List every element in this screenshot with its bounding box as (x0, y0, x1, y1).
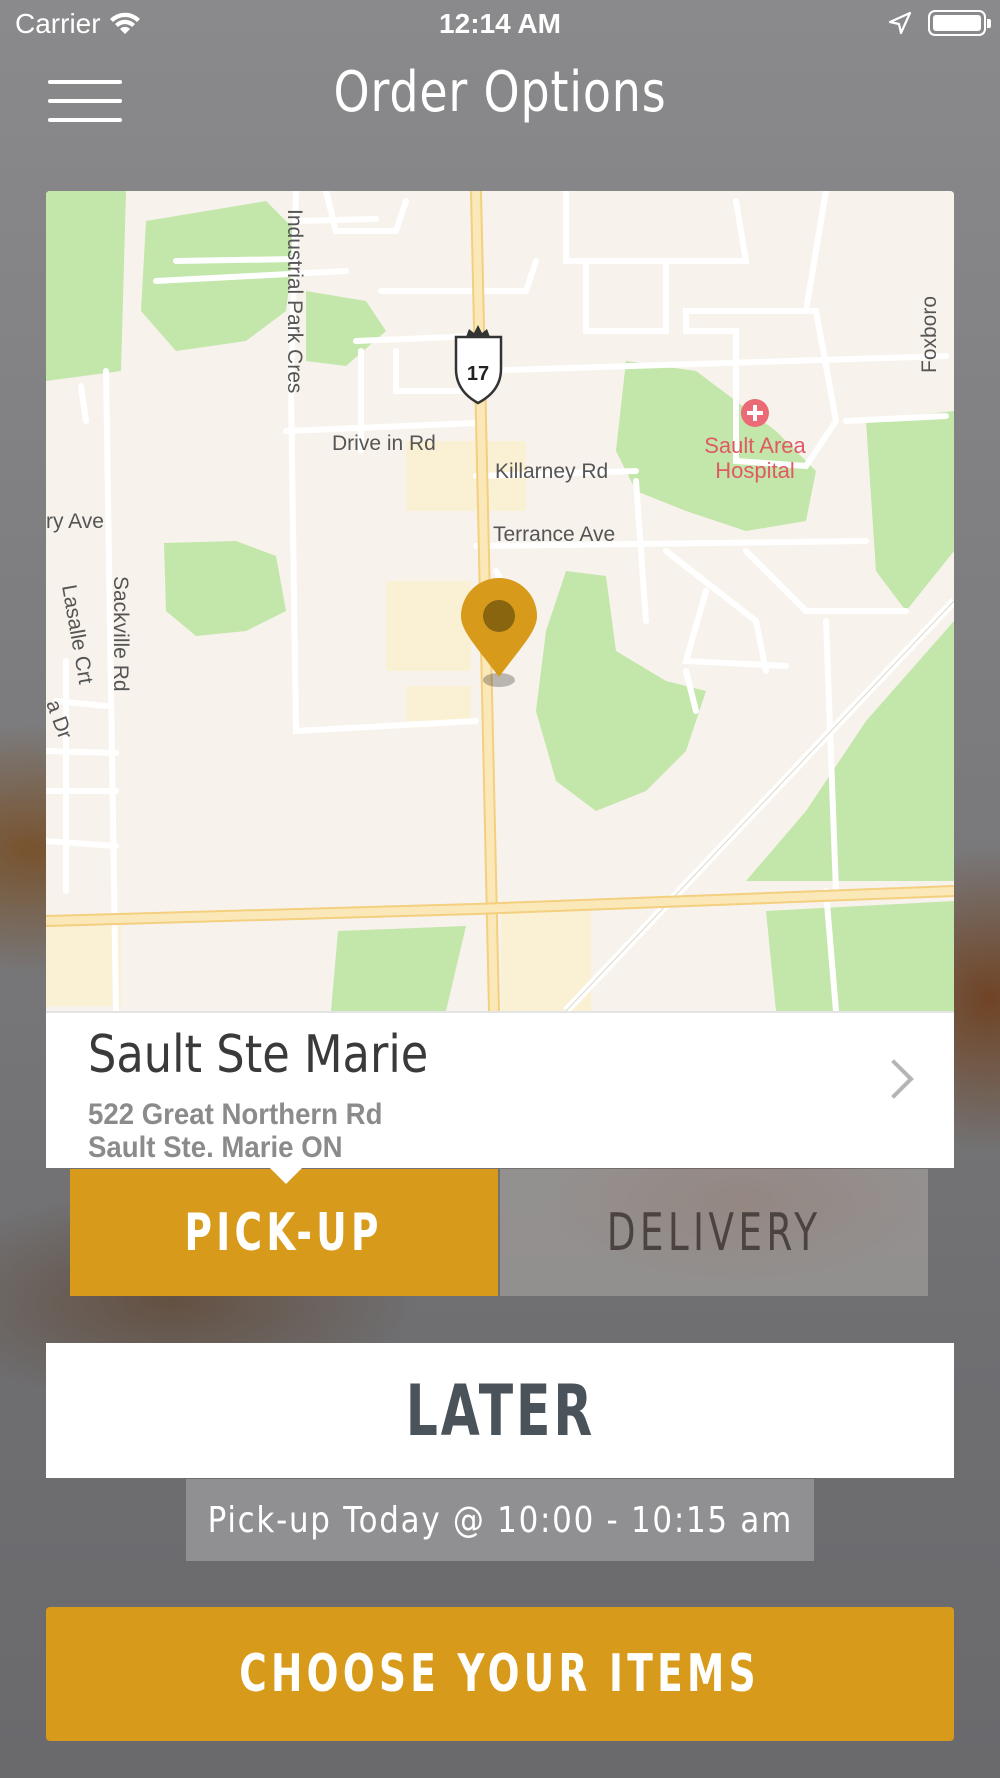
nav-bar: Order Options (0, 50, 1000, 160)
delivery-label: DELIVERY (606, 1202, 822, 1263)
hospital-label-line1: Sault Area (704, 433, 806, 458)
street-label-sackville: Sackville Rd (109, 576, 132, 692)
later-button[interactable]: LATER (46, 1343, 954, 1478)
street-label-drive-in: Drive in Rd (332, 432, 436, 455)
status-bar: Carrier 12:14 AM (0, 0, 1000, 50)
location-address-line2: Sault Ste. Marie ON (88, 1131, 343, 1164)
street-label-ry-ave: ry Ave (46, 510, 104, 533)
chevron-right-icon (874, 1059, 914, 1099)
map-canvas[interactable]: Industrial Park Cres Drive in Rd Killarn… (46, 191, 954, 1011)
route-shield-number: 17 (467, 363, 489, 385)
status-right (888, 10, 991, 36)
page-title: Order Options (333, 60, 667, 125)
street-label-foxboro: Foxboro (918, 296, 941, 373)
later-label: LATER (405, 1369, 595, 1452)
pickup-label: PICK-UP (184, 1202, 384, 1263)
location-card[interactable]: Sault Ste Marie 522 Great Northern Rd Sa… (46, 1011, 954, 1168)
street-label-terrance: Terrance Ave (493, 523, 615, 546)
location-arrow-icon (888, 11, 912, 35)
choose-items-label: CHOOSE YOUR ITEMS (239, 1644, 761, 1704)
hospital-icon (741, 399, 769, 427)
street-label-industrial-park: Industrial Park Cres (283, 209, 306, 393)
battery-icon (928, 10, 991, 36)
pickup-time-selector[interactable]: Pick-up Today @ 10:00 - 10:15 am (186, 1479, 814, 1561)
route-shield-icon: 17 (454, 325, 503, 405)
location-address-line1: 522 Great Northern Rd (88, 1098, 383, 1131)
pickup-time-label: Pick-up Today @ 10:00 - 10:15 am (207, 1499, 793, 1541)
street-label-killarney: Killarney Rd (495, 460, 608, 483)
pickup-tab[interactable]: PICK-UP (70, 1169, 498, 1296)
delivery-tab[interactable]: DELIVERY (500, 1169, 928, 1296)
hospital-label-line2: Hospital (715, 458, 794, 483)
location-card-pointer (270, 1168, 302, 1184)
status-time: 12:14 AM (439, 8, 561, 39)
location-name: Sault Ste Marie (88, 1025, 429, 1085)
store-map[interactable]: Industrial Park Cres Drive in Rd Killarn… (46, 191, 954, 1011)
choose-items-button[interactable]: CHOOSE YOUR ITEMS (46, 1607, 954, 1741)
